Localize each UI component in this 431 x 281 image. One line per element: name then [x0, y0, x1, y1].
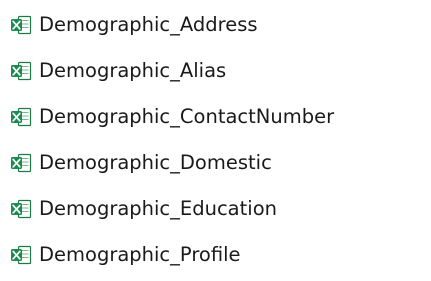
file-item[interactable]: Demographic_Address — [10, 2, 431, 48]
excel-workbook-icon — [11, 61, 32, 81]
file-item[interactable]: Demographic_Education — [10, 186, 431, 232]
file-name: Demographic_Education — [39, 197, 277, 221]
file-item[interactable]: Demographic_Domestic — [10, 140, 431, 186]
file-name: Demographic_ContactNumber — [39, 105, 335, 129]
file-name: Demographic_Address — [39, 13, 258, 37]
file-item[interactable]: Demographic_Alias — [10, 48, 431, 94]
excel-workbook-icon — [11, 153, 32, 173]
file-name: Demographic_Alias — [39, 59, 227, 83]
excel-workbook-icon — [11, 199, 32, 219]
file-name: Demographic_Profile — [39, 243, 241, 267]
excel-workbook-icon — [11, 107, 32, 127]
file-list: Demographic_Address Demographic_Alias De… — [10, 2, 431, 278]
file-item[interactable]: Demographic_ContactNumber — [10, 94, 431, 140]
excel-workbook-icon — [11, 15, 32, 35]
file-name: Demographic_Domestic — [39, 151, 272, 175]
file-item[interactable]: Demographic_Profile — [10, 232, 431, 278]
excel-workbook-icon — [11, 245, 32, 265]
